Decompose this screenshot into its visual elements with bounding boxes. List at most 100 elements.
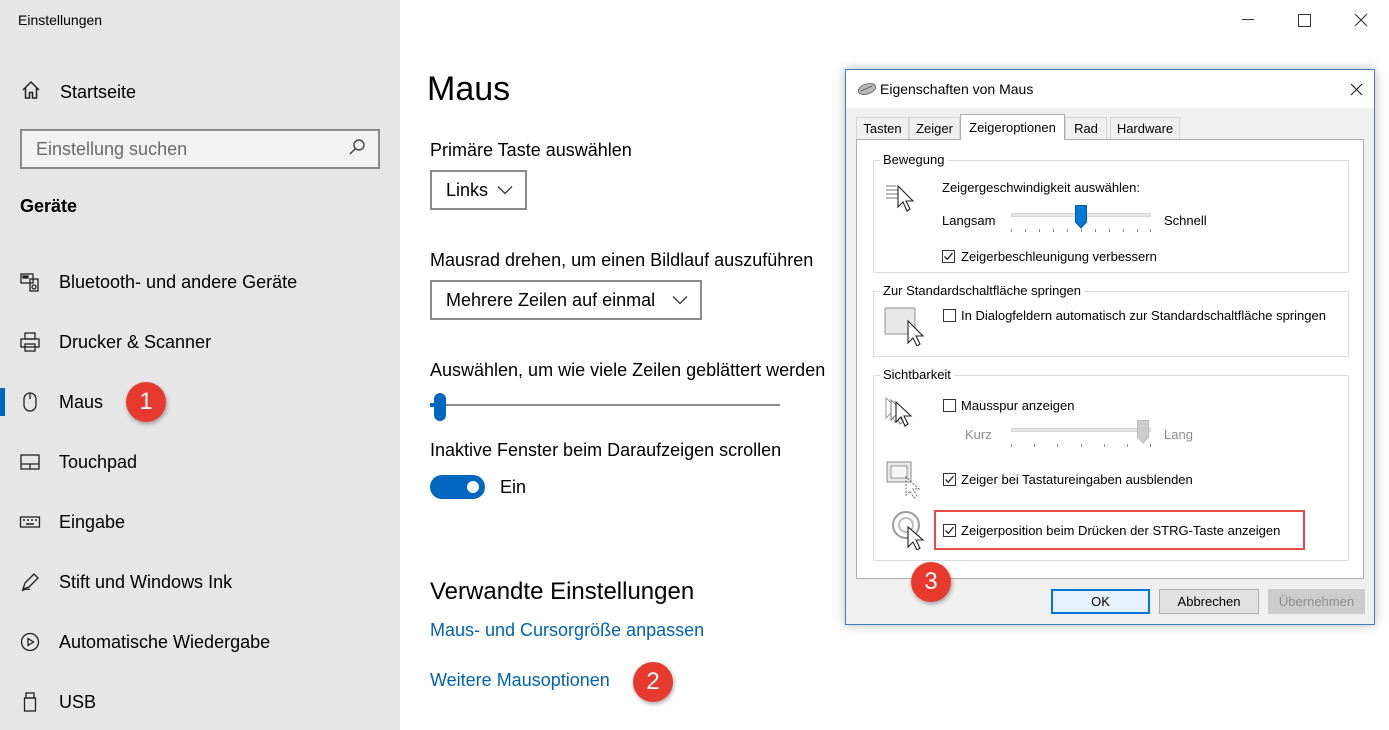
dialog-titlebar: Eigenschaften von Maus bbox=[846, 70, 1374, 108]
annotation-marker-3: 3 bbox=[911, 562, 951, 602]
inactive-scroll-toggle[interactable] bbox=[430, 475, 485, 499]
search-input[interactable]: Einstellung suchen bbox=[20, 129, 380, 169]
tab-pointer-options[interactable]: Zeigeroptionen bbox=[960, 114, 1065, 140]
keyboard-icon bbox=[19, 511, 41, 533]
sidebar-item-pen[interactable]: Stift und Windows Ink bbox=[0, 562, 400, 602]
toggle-state: Ein bbox=[500, 477, 527, 497]
pointer-trails-label: Mausspur anzeigen bbox=[961, 398, 1075, 413]
sidebar-item-printers[interactable]: Drucker & Scanner bbox=[0, 322, 400, 362]
page-title: Maus bbox=[427, 70, 511, 108]
autoplay-icon bbox=[19, 631, 41, 653]
pointer-speed-ticks bbox=[1011, 229, 1151, 233]
sidebar-item-bluetooth[interactable]: Bluetooth- und andere Geräte bbox=[0, 262, 400, 302]
hide-pointer-icon bbox=[886, 461, 921, 499]
search-icon[interactable] bbox=[348, 138, 366, 161]
motion-legend: Bewegung bbox=[880, 152, 948, 167]
scroll-wheel-dropdown[interactable]: Mehrere Zeilen auf einmal bbox=[430, 280, 702, 320]
toggle-knob bbox=[467, 481, 479, 493]
sidebar-item-label: Eingabe bbox=[59, 511, 126, 532]
close-icon bbox=[1354, 13, 1368, 27]
dialog-close-button[interactable] bbox=[1342, 75, 1370, 103]
settings-sidebar: Einstellungen Startseite Einstellung suc… bbox=[0, 0, 400, 730]
chevron-down-icon bbox=[497, 186, 513, 195]
snap-to-label: In Dialogfeldern automatisch zur Standar… bbox=[961, 308, 1326, 323]
sidebar-item-label: Maus bbox=[59, 391, 104, 412]
speed-slow-label: Langsam bbox=[942, 213, 996, 228]
mouse-properties-dialog: Eigenschaften von Maus Tasten Zeiger Zei… bbox=[845, 69, 1375, 625]
sidebar-item-label: Bluetooth- und andere Geräte bbox=[59, 271, 298, 292]
touchpad-icon bbox=[19, 451, 41, 473]
checkmark-icon bbox=[945, 526, 955, 535]
enhance-precision-checkbox[interactable] bbox=[942, 250, 955, 263]
enhance-precision-label: Zeigerbeschleunigung verbessern bbox=[961, 249, 1157, 264]
dialog-title: Eigenschaften von Maus bbox=[880, 81, 1034, 97]
primary-button-dropdown[interactable]: Links bbox=[430, 170, 527, 210]
lines-slider-thumb[interactable] bbox=[434, 393, 446, 421]
home-link[interactable]: Startseite bbox=[20, 78, 136, 106]
maximize-button[interactable] bbox=[1289, 8, 1319, 32]
ok-button[interactable]: OK bbox=[1051, 589, 1150, 614]
sidebar-item-label: Drucker & Scanner bbox=[59, 331, 212, 352]
pen-icon bbox=[19, 571, 41, 593]
sidebar-item-label: Stift und Windows Ink bbox=[59, 571, 233, 592]
checkmark-icon bbox=[944, 252, 954, 261]
pointer-speed-icon bbox=[886, 184, 915, 212]
show-location-icon bbox=[892, 511, 925, 550]
sidebar-item-usb[interactable]: USB bbox=[0, 682, 400, 722]
related-settings-title: Verwandte Einstellungen bbox=[430, 578, 695, 605]
trails-slider[interactable] bbox=[1011, 428, 1151, 432]
home-label: Startseite bbox=[60, 81, 137, 102]
inactive-scroll-label: Inaktive Fenster beim Daraufzeigen scrol… bbox=[430, 440, 782, 460]
scroll-wheel-label: Mausrad drehen, um einen Bildlauf auszuf… bbox=[430, 250, 814, 270]
bluetooth-devices-icon bbox=[19, 271, 41, 293]
maximize-icon bbox=[1297, 13, 1311, 27]
mouse-app-icon bbox=[857, 83, 877, 95]
snap-to-icon bbox=[884, 307, 925, 346]
search-placeholder: Einstellung suchen bbox=[36, 138, 188, 159]
tab-pointers[interactable]: Zeiger bbox=[909, 117, 960, 139]
sidebar-item-touchpad[interactable]: Touchpad bbox=[0, 442, 400, 482]
lines-slider-label: Auswählen, um wie viele Zeilen geblätter… bbox=[430, 360, 826, 380]
sidebar-item-mouse[interactable]: Maus bbox=[0, 382, 400, 422]
tab-hardware[interactable]: Hardware bbox=[1110, 117, 1180, 139]
trails-short-label: Kurz bbox=[965, 427, 992, 442]
sidebar-item-typing[interactable]: Eingabe bbox=[0, 502, 400, 542]
pointer-speed-thumb[interactable] bbox=[1075, 205, 1087, 229]
group-title: Geräte bbox=[20, 196, 78, 216]
apply-button[interactable]: Übernehmen bbox=[1268, 589, 1365, 614]
additional-mouse-options-link[interactable]: Weitere Mausoptionen bbox=[430, 670, 610, 691]
trails-thumb[interactable] bbox=[1137, 420, 1149, 444]
show-location-checkbox[interactable] bbox=[943, 524, 956, 537]
usb-icon bbox=[19, 691, 41, 713]
trails-ticks bbox=[1011, 444, 1151, 448]
snap-to-legend: Zur Standardschaltfläche springen bbox=[880, 283, 1085, 298]
close-icon bbox=[1350, 83, 1362, 95]
sidebar-item-label: USB bbox=[59, 691, 97, 712]
pointer-trails-icon bbox=[885, 396, 913, 427]
checkmark-icon bbox=[945, 475, 955, 484]
close-button[interactable] bbox=[1346, 8, 1376, 32]
speed-fast-label: Schnell bbox=[1164, 213, 1207, 228]
printer-icon bbox=[19, 331, 41, 353]
trails-long-label: Lang bbox=[1164, 427, 1193, 442]
annotation-marker-1: 1 bbox=[126, 382, 166, 422]
hide-pointer-checkbox[interactable] bbox=[943, 473, 956, 486]
primary-button-value: Links bbox=[446, 179, 489, 200]
annotation-marker-2: 2 bbox=[633, 662, 673, 702]
hide-pointer-label: Zeiger bei Tastatureingaben ausblenden bbox=[961, 472, 1193, 487]
show-location-label: Zeigerposition beim Drücken der STRG-Tas… bbox=[961, 523, 1281, 538]
snap-to-group: Zur Standardschaltfläche springen bbox=[873, 283, 1349, 357]
lines-slider-track[interactable] bbox=[430, 404, 780, 406]
sidebar-item-label: Touchpad bbox=[59, 451, 138, 472]
pointer-trails-checkbox[interactable] bbox=[943, 399, 956, 412]
active-indicator bbox=[0, 388, 5, 416]
sidebar-item-autoplay[interactable]: Automatische Wiedergabe bbox=[0, 622, 400, 662]
mouse-icon bbox=[19, 391, 41, 413]
pointer-size-link[interactable]: Maus- und Cursorgröße anpassen bbox=[430, 620, 704, 641]
tab-buttons[interactable]: Tasten bbox=[856, 117, 909, 139]
minimize-button[interactable] bbox=[1233, 8, 1263, 32]
snap-to-checkbox[interactable] bbox=[943, 309, 956, 322]
tab-wheel[interactable]: Rad bbox=[1065, 117, 1107, 139]
cancel-button[interactable]: Abbrechen bbox=[1159, 589, 1259, 614]
scroll-wheel-value: Mehrere Zeilen auf einmal bbox=[446, 289, 656, 310]
